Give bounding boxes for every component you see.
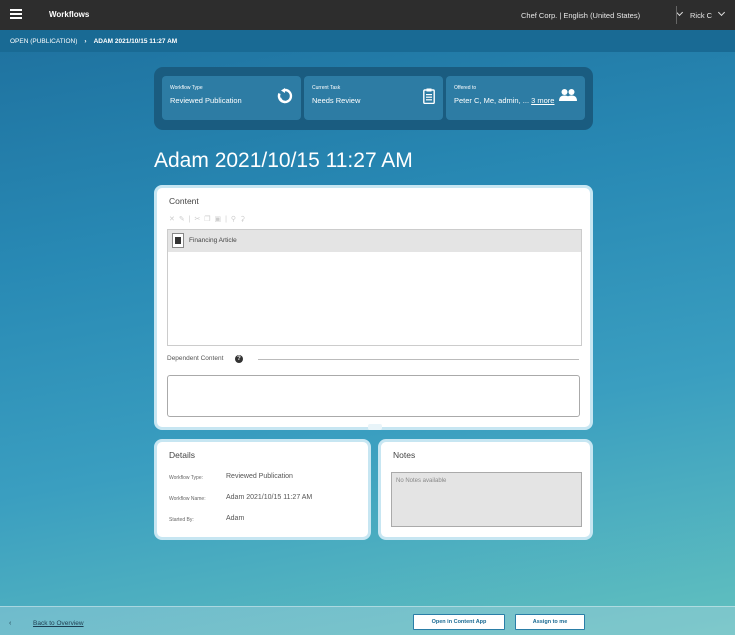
- workflow-type-value: Reviewed Publication: [170, 96, 242, 105]
- offered-to-value: Peter C, Me, admin, ... 3 more: [454, 96, 554, 105]
- link-icon[interactable]: ⚲: [231, 216, 237, 223]
- unlink-icon[interactable]: ⚳: [240, 216, 246, 223]
- cut-icon[interactable]: ✂: [194, 216, 201, 223]
- page-title: Adam 2021/10/15 11:27 AM: [154, 149, 413, 172]
- user-menu[interactable]: Rick C: [690, 11, 712, 20]
- notes-box[interactable]: No Notes available: [391, 472, 582, 527]
- assign-to-me-button[interactable]: Assign to me: [515, 614, 585, 630]
- offered-to-names: Peter C, Me, admin, ...: [454, 96, 530, 105]
- notes-heading: Notes: [393, 450, 416, 460]
- detail-value: Reviewed Publication: [226, 473, 293, 480]
- topbar-divider: [676, 6, 677, 24]
- breadcrumb: OPEN (PUBLICATION) › ADAM 2021/10/15 11:…: [0, 30, 735, 52]
- content-heading: Content: [169, 196, 199, 206]
- refresh-icon: [277, 88, 293, 104]
- content-toolbar: ✕ ✎ | ✂ ❐ ▣ | ⚲ ⚳: [169, 215, 246, 223]
- content-item-label: Financing Article: [189, 237, 237, 244]
- app-title: Workflows: [49, 10, 90, 19]
- notes-panel: Notes No Notes available: [378, 439, 593, 540]
- toolbar-separator: |: [188, 216, 192, 223]
- dependent-content-list: [167, 375, 580, 417]
- detail-label: Workflow Type:: [169, 475, 203, 481]
- resize-handle[interactable]: [368, 424, 382, 430]
- edit-icon[interactable]: ✎: [179, 216, 186, 223]
- current-task-card: Current Task Needs Review: [304, 76, 443, 120]
- breadcrumb-parent[interactable]: OPEN (PUBLICATION): [10, 38, 77, 45]
- workflow-summary: Workflow Type Reviewed Publication Curre…: [154, 67, 593, 130]
- more-link[interactable]: 3 more: [531, 96, 554, 105]
- detail-value: Adam 2021/10/15 11:27 AM: [226, 494, 313, 501]
- notes-empty-text: No Notes available: [396, 478, 447, 484]
- chevron-down-icon[interactable]: [717, 8, 726, 17]
- breadcrumb-separator: ›: [84, 37, 87, 45]
- top-bar: Workflows Chef Corp. | English (United S…: [0, 0, 735, 30]
- offered-to-label: Offered to: [454, 85, 477, 91]
- dependent-content-label: Dependent Content: [167, 355, 224, 362]
- chevron-left-icon[interactable]: ‹: [9, 620, 11, 627]
- workflow-type-label: Workflow Type: [170, 85, 203, 91]
- copy-icon[interactable]: ❐: [204, 216, 211, 223]
- current-task-label: Current Task: [312, 85, 341, 91]
- paste-icon[interactable]: ▣: [215, 216, 223, 223]
- content-list: Financing Article: [167, 229, 582, 346]
- detail-value: Adam: [226, 515, 245, 522]
- footer-bar: ‹ Back to Overview Open in Content App A…: [0, 606, 735, 635]
- document-icon: [172, 233, 184, 248]
- details-heading: Details: [169, 450, 195, 460]
- detail-label: Workflow Name:: [169, 496, 206, 502]
- users-icon: [559, 89, 577, 101]
- open-in-content-app-button[interactable]: Open in Content App: [413, 614, 505, 630]
- content-panel: Content ✕ ✎ | ✂ ❐ ▣ | ⚲ ⚳ Financing Arti…: [154, 185, 593, 430]
- details-panel: Details Workflow Type: Reviewed Publicat…: [154, 439, 371, 540]
- workflow-type-card: Workflow Type Reviewed Publication: [162, 76, 301, 120]
- remove-icon[interactable]: ✕: [169, 216, 176, 223]
- menu-icon[interactable]: [10, 9, 22, 19]
- help-icon[interactable]: ?: [235, 355, 243, 363]
- org-language-label: Chef Corp. | English (United States): [521, 11, 641, 20]
- clipboard-icon: [423, 88, 435, 104]
- detail-label: Started By:: [169, 517, 194, 523]
- divider: [258, 359, 579, 360]
- back-to-overview-link[interactable]: Back to Overview: [33, 620, 84, 627]
- current-task-value: Needs Review: [312, 96, 361, 105]
- content-item[interactable]: Financing Article: [168, 230, 581, 252]
- offered-to-card: Offered to Peter C, Me, admin, ... 3 mor…: [446, 76, 585, 120]
- toolbar-separator: |: [225, 216, 228, 223]
- breadcrumb-current: ADAM 2021/10/15 11:27 AM: [93, 37, 178, 45]
